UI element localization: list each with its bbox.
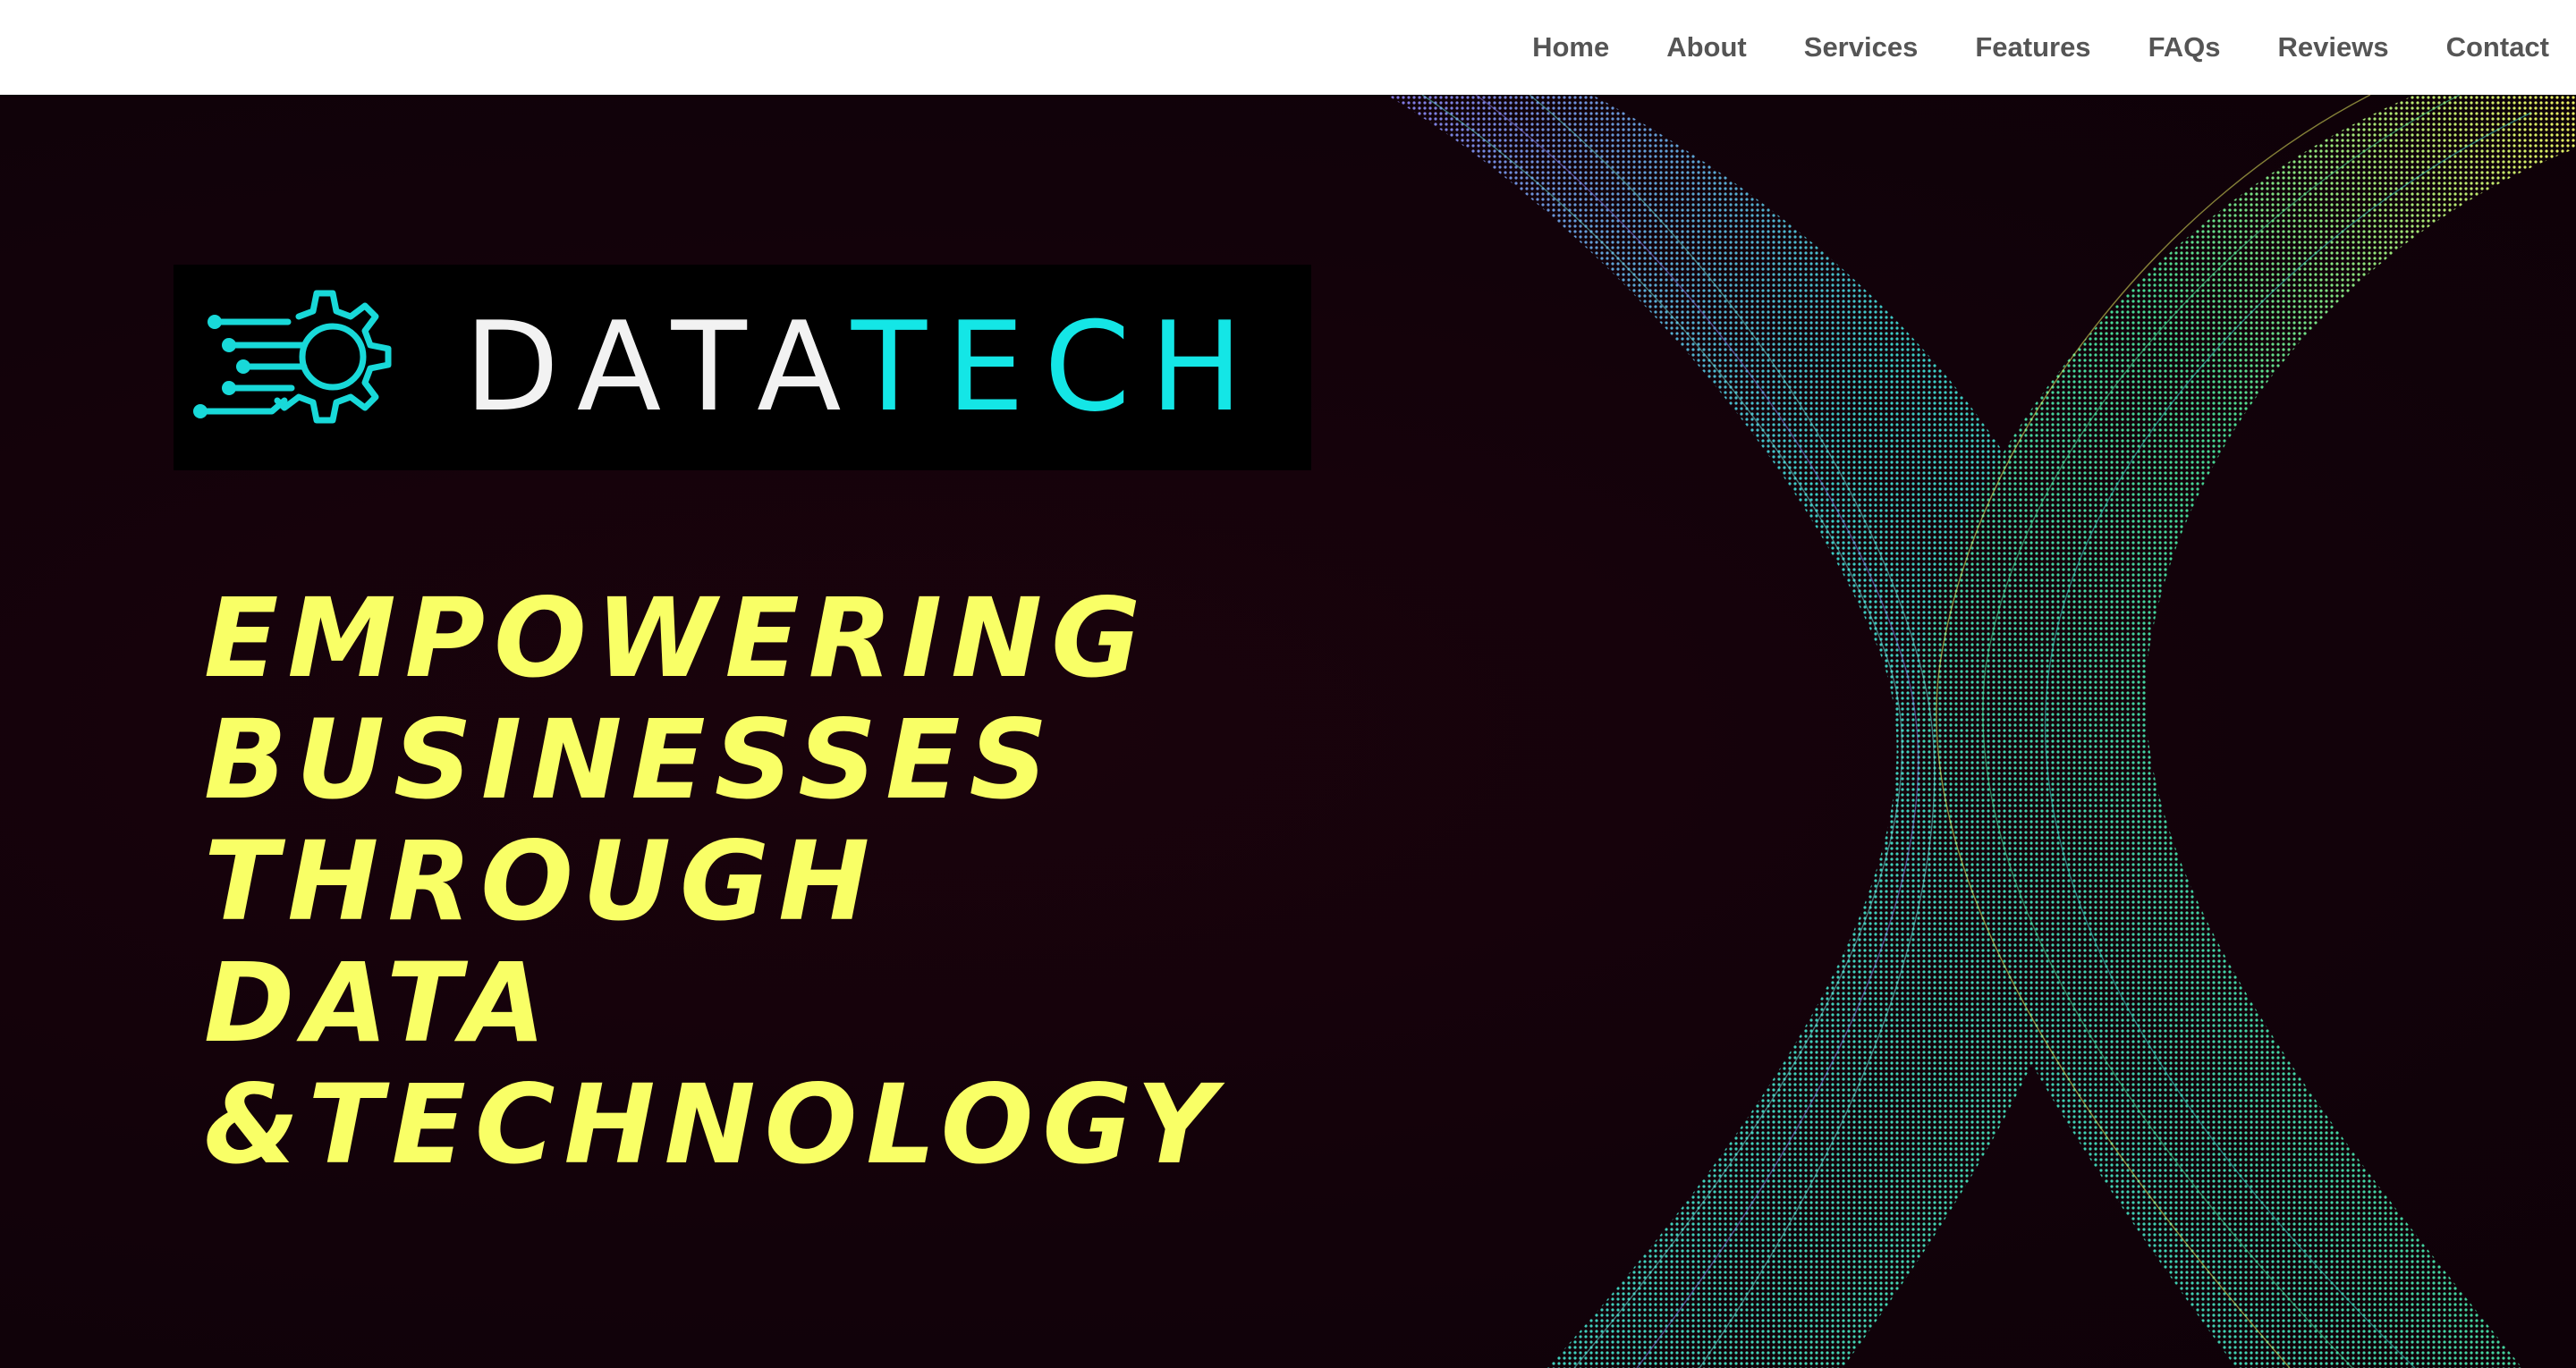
navbar: Home About Services Features FAQs Review…	[0, 0, 2576, 95]
headline-line: EMPOWERING	[204, 575, 1150, 702]
nav-item-about: About	[1666, 31, 1747, 63]
nav-link-contact[interactable]: Contact	[2446, 31, 2549, 63]
headline-line: THROUGH	[204, 818, 879, 945]
hero-headline: EMPOWERING BUSINESSES THROUGH DATA &TECH…	[204, 578, 1224, 1186]
nav-item-contact: Contact	[2446, 31, 2549, 63]
nav-link-about[interactable]: About	[1666, 31, 1747, 63]
headline-line: BUSINESSES	[204, 697, 1057, 823]
nav-menu: Home About Services Features FAQs Review…	[1532, 0, 2549, 95]
hero-section: DATATECH EMPOWERING BUSINESSES THROUGH D…	[0, 95, 2576, 1368]
nav-link-home[interactable]: Home	[1532, 31, 1609, 63]
nav-item-services: Services	[1804, 31, 1919, 63]
nav-item-faqs: FAQs	[2148, 31, 2221, 63]
logo-text-accent: TECH	[851, 295, 1263, 439]
logo-wordmark: DATATECH	[464, 265, 1262, 470]
datatech-logo[interactable]: DATATECH	[174, 265, 1311, 470]
nav-link-services[interactable]: Services	[1804, 31, 1919, 63]
nav-item-reviews: Reviews	[2278, 31, 2389, 63]
nav-item-home: Home	[1532, 31, 1609, 63]
nav-link-faqs[interactable]: FAQs	[2148, 31, 2221, 63]
logo-text-primary: DATA	[464, 295, 852, 439]
gear-circuit-icon	[193, 290, 392, 424]
particle-wave-graphic	[1386, 95, 2576, 1368]
nav-item-features: Features	[1975, 31, 2090, 63]
headline-line: DATA	[204, 940, 555, 1067]
headline-line: &TECHNOLOGY	[204, 1061, 1225, 1188]
nav-link-reviews[interactable]: Reviews	[2278, 31, 2389, 63]
nav-link-features[interactable]: Features	[1975, 31, 2090, 63]
